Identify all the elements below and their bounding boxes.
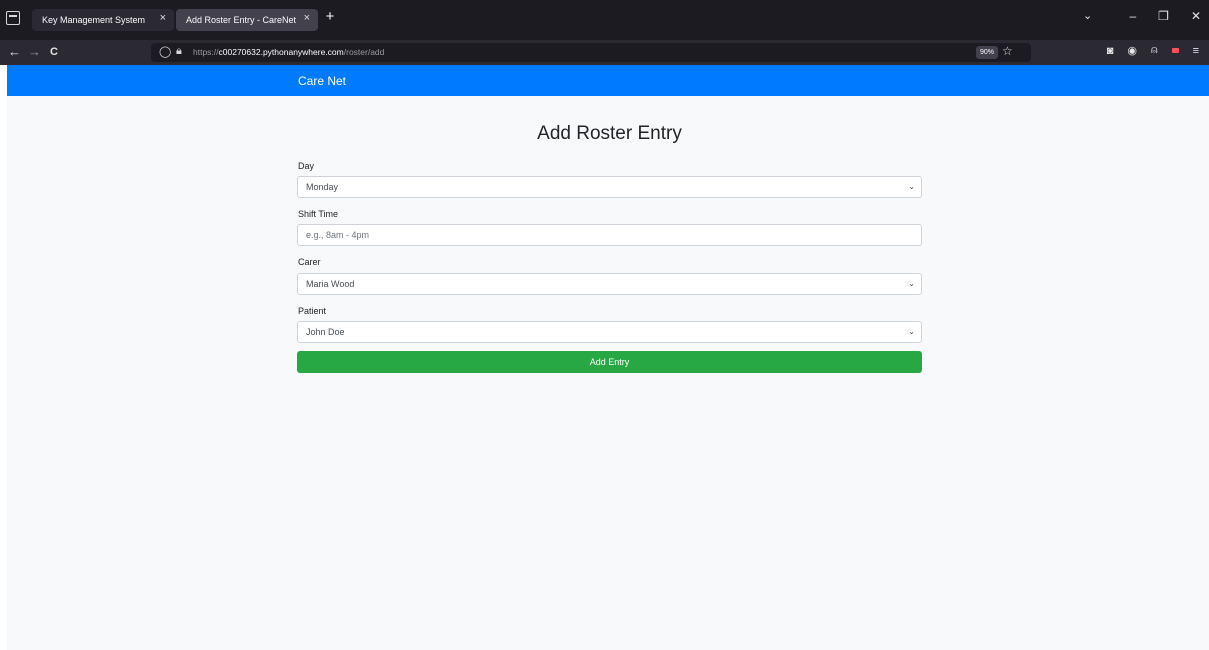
tab-close-icon[interactable]: ×: [304, 12, 310, 24]
tab-close-icon[interactable]: ×: [160, 12, 166, 24]
lock-icon[interactable]: 🔒︎: [176, 45, 182, 58]
close-window-icon[interactable]: ✕: [1191, 9, 1201, 23]
carer-label: Carer: [298, 257, 321, 267]
carer-select[interactable]: Maria Wood ⌄: [297, 273, 922, 295]
url-path: /roster/add: [343, 47, 385, 57]
shift-time-label: Shift Time: [298, 209, 339, 219]
tab-add-roster-entry[interactable]: Add Roster Entry - CareNet ×: [176, 9, 318, 31]
chevron-down-icon: ⌄: [908, 182, 915, 191]
browser-nav-bar: ← → C ◯ 🔒︎ https://c00270632.pythonanywh…: [0, 40, 1209, 65]
day-select[interactable]: Monday ⌄: [297, 176, 922, 198]
patient-select[interactable]: John Doe ⌄: [297, 321, 922, 343]
brand-link[interactable]: Care Net: [298, 74, 346, 88]
menu-icon[interactable]: ≡: [1193, 45, 1199, 57]
url-text[interactable]: https://c00270632.pythonanywhere.com/ros…: [193, 47, 384, 57]
site-navbar: Care Net: [7, 65, 1209, 96]
tab-title: Key Management System: [42, 15, 146, 25]
chevron-down-icon: ⌄: [908, 279, 915, 288]
reload-icon[interactable]: C: [50, 44, 58, 60]
url-host: c00270632.pythonanywhere.com: [218, 47, 344, 57]
back-icon[interactable]: ←: [8, 44, 21, 60]
minimize-icon[interactable]: –: [1129, 9, 1136, 23]
day-label: Day: [298, 161, 315, 171]
forward-icon[interactable]: →: [28, 44, 41, 60]
zoom-indicator[interactable]: 90%: [976, 46, 999, 59]
page-content: Care Net Add Roster Entry Day Monday ⌄ S…: [7, 65, 1209, 650]
new-tab-button[interactable]: +: [322, 8, 338, 25]
recording-indicator-icon[interactable]: [1171, 48, 1179, 53]
list-all-tabs-icon[interactable]: ⌄: [1083, 9, 1092, 22]
extensions-icon[interactable]: ⍝: [1151, 44, 1158, 57]
pocket-icon[interactable]: ◙: [1107, 45, 1114, 57]
patient-label: Patient: [298, 306, 327, 316]
browser-tab-bar: Key Management System × Add Roster Entry…: [0, 0, 1209, 40]
account-icon[interactable]: ◉: [1127, 44, 1137, 57]
page-title: Add Roster Entry: [537, 123, 682, 144]
bookmark-star-icon[interactable]: ☆: [1002, 44, 1013, 58]
tab-title: Add Roster Entry - CareNet: [186, 15, 297, 25]
restore-icon[interactable]: ❐: [1158, 9, 1169, 23]
tracking-protection-icon[interactable]: ◯: [159, 45, 171, 58]
window-controls: – ❐ ✕: [1129, 9, 1201, 23]
patient-select-value: John Doe: [306, 327, 345, 337]
add-entry-button[interactable]: Add Entry: [297, 351, 922, 373]
address-bar[interactable]: ◯ 🔒︎ https://c00270632.pythonanywhere.co…: [151, 43, 1031, 62]
chevron-down-icon: ⌄: [908, 327, 915, 336]
toolbar-icons: ◙ ◉ ⍝ ≡: [1107, 44, 1199, 57]
carer-select-value: Maria Wood: [306, 279, 355, 289]
tab-key-management-system[interactable]: Key Management System ×: [32, 9, 174, 31]
shift-time-input[interactable]: [297, 224, 922, 246]
firefox-view-icon[interactable]: [6, 11, 20, 25]
day-select-value: Monday: [306, 182, 339, 192]
url-scheme: https://: [193, 47, 219, 57]
